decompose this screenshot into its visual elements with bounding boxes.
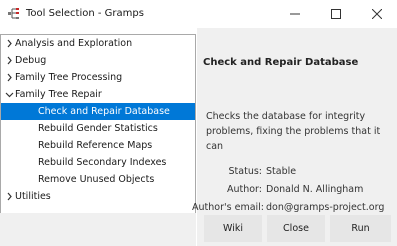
gramps-tree-icon <box>8 8 19 19</box>
chevron-right-icon <box>7 73 12 82</box>
tree-item-label: Analysis and Exploration <box>15 38 133 49</box>
title-bar: Tool Selection - Gramps <box>0 0 397 28</box>
minimize-icon <box>290 13 300 15</box>
maximize-icon <box>331 9 341 19</box>
tree-item-rebuild-gender-statistics[interactable]: Rebuild Gender Statistics <box>1 120 195 137</box>
tree-item-rebuild-secondary-indexes[interactable]: Rebuild Secondary Indexes <box>1 154 195 171</box>
tool-details-panel: Check and Repair Database Checks the dat… <box>192 28 397 246</box>
close-icon <box>371 8 383 20</box>
tool-title: Check and Repair Database <box>203 57 359 68</box>
chevron-right-icon <box>7 39 12 48</box>
close-window-button[interactable] <box>359 2 395 26</box>
tree-category-family-tree-processing[interactable]: Family Tree Processing <box>1 69 195 86</box>
tree-item-label: Debug <box>15 55 47 66</box>
email-label: Author's email: <box>192 202 264 213</box>
tree-category-family-tree-repair[interactable]: Family Tree Repair <box>1 86 195 103</box>
tree-item-rebuild-reference-maps[interactable]: Rebuild Reference Maps <box>1 137 195 154</box>
tool-tree: Analysis and Exploration Debug Family Tr… <box>0 34 196 214</box>
tree-item-label: Remove Unused Objects <box>38 174 155 185</box>
chevron-right-icon <box>7 192 12 201</box>
chevron-down-icon <box>5 92 14 98</box>
status-value: Stable <box>266 166 297 177</box>
email-value: don@gramps-project.org <box>266 202 385 213</box>
wiki-button[interactable]: Wiki <box>204 215 262 242</box>
tree-item-check-and-repair-database[interactable]: Check and Repair Database <box>1 103 195 120</box>
tool-description: Checks the database for integrity proble… <box>206 111 381 152</box>
window-title: Tool Selection - Gramps <box>26 8 144 19</box>
minimize-button[interactable] <box>277 2 313 26</box>
tree-category-utilities[interactable]: Utilities <box>1 188 195 205</box>
tree-category-analysis-and-exploration[interactable]: Analysis and Exploration <box>1 35 195 52</box>
tree-item-label: Family Tree Processing <box>15 72 123 83</box>
tree-item-label: Rebuild Secondary Indexes <box>38 157 167 168</box>
tree-item-label: Utilities <box>15 191 51 202</box>
tree-item-label: Family Tree Repair <box>15 89 102 100</box>
author-label: Author: <box>226 184 262 195</box>
run-button[interactable]: Run <box>330 215 391 242</box>
status-label: Status: <box>228 166 262 177</box>
tree-item-label: Rebuild Gender Statistics <box>38 123 158 134</box>
tree-category-debug[interactable]: Debug <box>1 52 195 69</box>
tree-item-label: Rebuild Reference Maps <box>38 140 153 151</box>
maximize-button[interactable] <box>318 2 354 26</box>
chevron-right-icon <box>7 56 12 65</box>
author-value: Donald N. Allingham <box>266 184 364 195</box>
left-footer <box>0 213 196 246</box>
close-button[interactable]: Close <box>267 215 325 242</box>
tree-item-remove-unused-objects[interactable]: Remove Unused Objects <box>1 171 195 188</box>
tree-item-label: Check and Repair Database <box>38 106 170 117</box>
